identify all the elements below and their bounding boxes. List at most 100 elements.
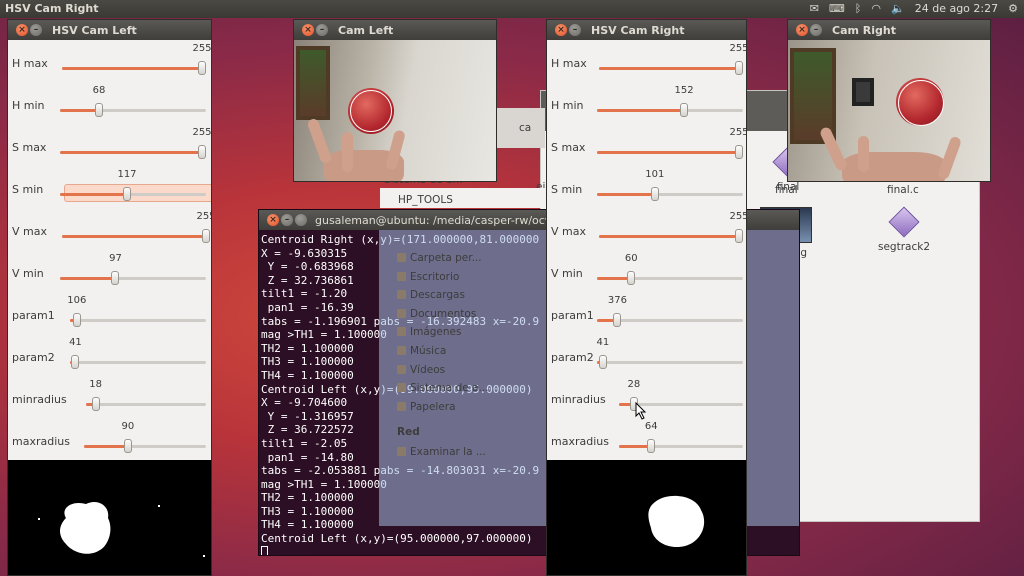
slider-fill: [597, 277, 632, 280]
slider-track[interactable]: [60, 145, 206, 159]
file-item-segtrack2[interactable]: segtrack2: [869, 206, 939, 253]
keyboard-icon[interactable]: ⌨: [829, 2, 845, 16]
mask-blob: [648, 495, 705, 548]
sidebar-place-item[interactable]: Descargas: [397, 289, 465, 301]
sidebar-place-item[interactable]: Escritorio: [397, 271, 459, 283]
slider-handle[interactable]: [627, 271, 636, 285]
close-icon[interactable]: ×: [796, 24, 808, 36]
slider-handle[interactable]: [94, 103, 103, 117]
slider-row: H min 68: [8, 82, 211, 124]
slider-fill: [62, 235, 206, 238]
slider-handle[interactable]: [650, 187, 659, 201]
slider-track[interactable]: [60, 271, 206, 285]
sidebar-place-item[interactable]: Sistema de a...: [397, 382, 489, 394]
slider-handle[interactable]: [111, 271, 120, 285]
maximize-icon[interactable]: [295, 214, 307, 226]
slider-track[interactable]: [84, 439, 206, 453]
slider-handle[interactable]: [123, 439, 132, 453]
bluetooth-icon[interactable]: ᛒ: [855, 2, 862, 16]
slider-row: H min 152: [547, 82, 746, 124]
slider-label: V min: [12, 267, 44, 280]
minimize-icon[interactable]: –: [810, 24, 822, 36]
gear-icon[interactable]: ⚙: [1008, 2, 1018, 16]
slider-handle[interactable]: [198, 145, 206, 159]
sidebar-place-label: Sistema de a...: [410, 382, 489, 395]
slider-track[interactable]: [70, 313, 206, 327]
close-icon[interactable]: ×: [555, 24, 567, 36]
sidebar-place-item[interactable]: Documentos: [397, 308, 476, 320]
slider-track[interactable]: [597, 187, 743, 201]
slider-row: maxradius 90: [8, 418, 211, 460]
slider-value: 255: [192, 127, 212, 138]
slider-track[interactable]: [597, 271, 743, 285]
slider-value: 90: [121, 421, 135, 432]
slider-track[interactable]: [86, 397, 206, 411]
wifi-icon[interactable]: ◠: [871, 2, 881, 16]
folder-icon: [397, 253, 406, 262]
slider-track[interactable]: [60, 187, 206, 201]
sidebar-place-item[interactable]: Música: [397, 345, 446, 357]
slider-handle[interactable]: [72, 313, 81, 327]
slider-handle[interactable]: [647, 439, 656, 453]
slider-track[interactable]: [619, 439, 743, 453]
close-icon[interactable]: ×: [302, 24, 314, 36]
sidebar-item-hp-tools[interactable]: Sistema de a... HP_TOOLS: [380, 174, 546, 208]
slider-handle[interactable]: [91, 397, 100, 411]
slider-row: H max 255: [8, 40, 211, 82]
slider-handle[interactable]: [123, 187, 131, 201]
slider-track[interactable]: [62, 229, 210, 243]
sidebar-place-item[interactable]: Papelera: [397, 401, 456, 413]
sidebar-place-item[interactable]: Vídeos: [397, 364, 445, 376]
slider-track[interactable]: [597, 355, 743, 369]
slider-row: param2 41: [547, 334, 746, 376]
file-label-final-c[interactable]: final.c: [887, 184, 919, 196]
mask-blob: [38, 501, 205, 557]
slider-fill: [599, 235, 739, 238]
slider-fill: [60, 277, 116, 280]
slider-track[interactable]: [597, 103, 743, 117]
slider-track[interactable]: [62, 61, 206, 75]
sidebar-place-item[interactable]: Imágenes: [397, 326, 461, 338]
minimize-icon[interactable]: –: [30, 24, 42, 36]
slider-handle[interactable]: [202, 229, 210, 243]
file-label-final[interactable]: final: [775, 184, 798, 196]
slider-handle[interactable]: [198, 61, 206, 75]
mail-icon[interactable]: ✉: [810, 2, 819, 16]
camera-feed-right: [788, 40, 990, 181]
sidebar-place-label: Documentos: [410, 307, 477, 320]
slider-row: V max 255: [547, 208, 746, 250]
slider-label: param2: [551, 351, 594, 364]
slider-track[interactable]: [70, 355, 206, 369]
slider-fill: [597, 109, 685, 112]
slider-track[interactable]: [597, 145, 743, 159]
sidebar-item-examinar[interactable]: Examinar la ...: [397, 446, 486, 458]
slider-handle[interactable]: [735, 61, 743, 75]
slider-track[interactable]: [599, 229, 743, 243]
slider-handle[interactable]: [680, 103, 689, 117]
minimize-icon[interactable]: –: [569, 24, 581, 36]
slider-handle[interactable]: [71, 355, 80, 369]
slider-track[interactable]: [597, 313, 743, 327]
minimize-icon[interactable]: –: [281, 214, 293, 226]
partial-label: ca: [519, 122, 532, 134]
minimize-icon[interactable]: –: [316, 24, 328, 36]
slider-value: 255: [729, 43, 747, 54]
slider-handle[interactable]: [598, 355, 607, 369]
sidebar-place-label: Vídeos: [410, 363, 446, 376]
network-icon: [397, 447, 406, 456]
slider-handle[interactable]: [735, 145, 743, 159]
sidebar-item-label: Examinar la ...: [410, 446, 486, 458]
slider-track[interactable]: [599, 61, 743, 75]
clock[interactable]: 24 de ago 2:27: [915, 2, 998, 16]
wall-picture: [296, 46, 330, 120]
sidebar-place-item[interactable]: Carpeta per...: [397, 252, 482, 264]
slider-handle[interactable]: [735, 229, 743, 243]
slider-fill: [62, 67, 202, 70]
slider-track[interactable]: [60, 103, 206, 117]
close-icon[interactable]: ×: [16, 24, 28, 36]
slider-label: H min: [551, 99, 584, 112]
slider-label: minradius: [551, 393, 606, 406]
volume-icon[interactable]: 🔈: [891, 2, 905, 16]
slider-handle[interactable]: [613, 313, 622, 327]
close-icon[interactable]: ×: [267, 214, 279, 226]
